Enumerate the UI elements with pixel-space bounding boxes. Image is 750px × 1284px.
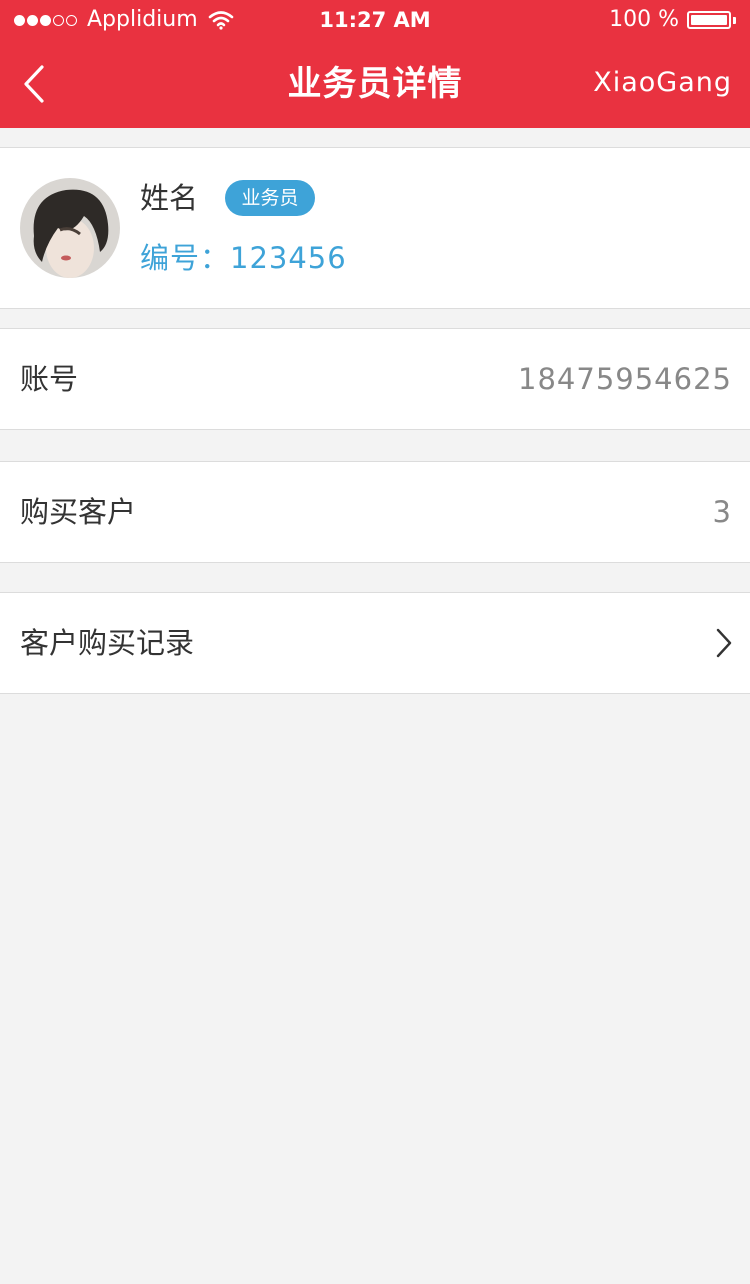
battery-percent: 100 % xyxy=(609,7,679,32)
salesperson-name: 姓名 xyxy=(140,181,199,215)
purchasing-customers-row: 购买客户 3 xyxy=(0,461,750,563)
purchasing-customers-label: 购买客户 xyxy=(20,495,137,529)
account-row: 账号 18475954625 xyxy=(0,328,750,430)
status-bar-right: 100 % xyxy=(609,0,736,40)
battery-tip xyxy=(733,16,736,24)
chevron-right-icon xyxy=(716,628,732,658)
profile-card: 姓名 业务员 编号：123456 xyxy=(0,147,750,309)
nav-bar: 业务员详情 XiaoGang xyxy=(0,40,750,128)
battery-icon xyxy=(687,11,731,29)
avatar xyxy=(20,178,120,278)
employee-id: 编号：123456 xyxy=(140,241,347,275)
battery-fill xyxy=(691,15,727,25)
role-badge: 业务员 xyxy=(225,180,315,216)
purchase-records-label: 客户购买记录 xyxy=(20,626,195,660)
purchase-records-row[interactable]: 客户购买记录 xyxy=(0,592,750,694)
chevron-left-icon xyxy=(24,65,44,103)
avatar-image xyxy=(20,178,120,278)
back-button[interactable] xyxy=(10,54,58,114)
purchasing-customers-count: 3 xyxy=(712,495,732,529)
account-value: 18475954625 xyxy=(518,362,732,396)
app-header: Applidium 11:27 AM 100 % 业务员详情 XiaoGang xyxy=(0,0,750,128)
status-bar: Applidium 11:27 AM 100 % xyxy=(0,0,750,40)
account-label: 账号 xyxy=(20,362,79,396)
nav-right-text[interactable]: XiaoGang xyxy=(593,40,732,128)
